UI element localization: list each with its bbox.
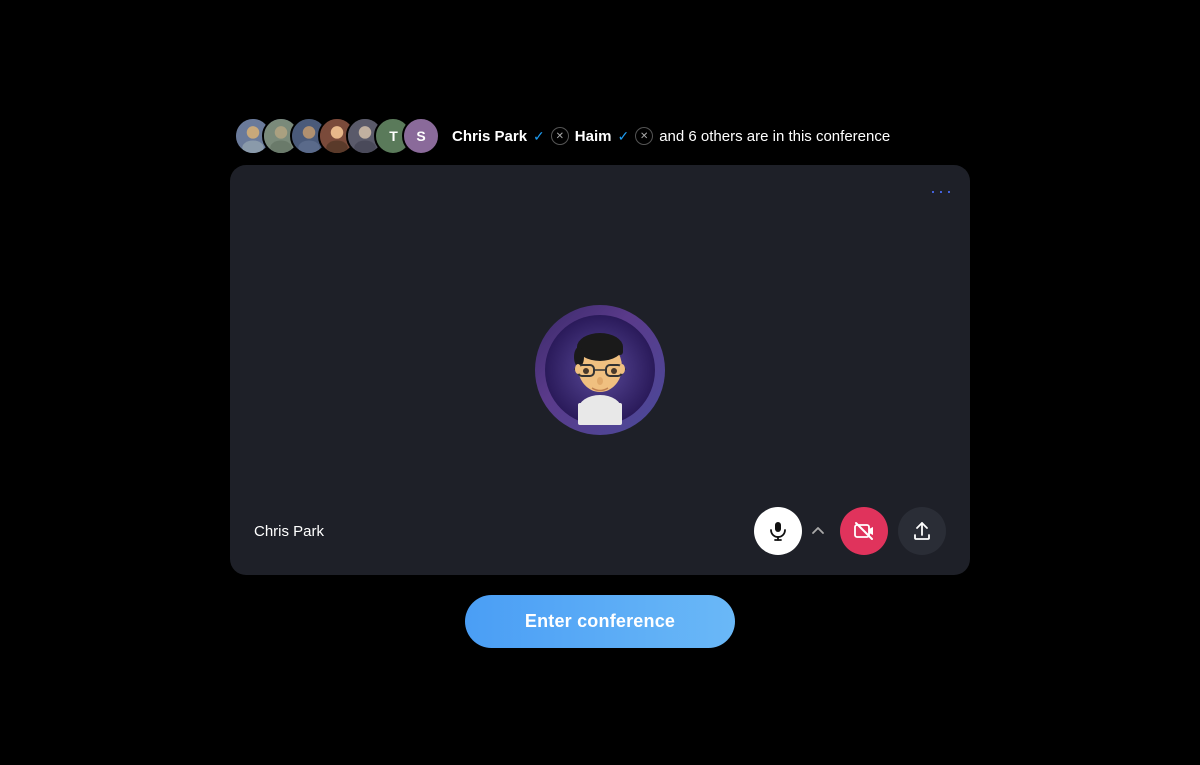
user-avatar-large <box>535 305 665 435</box>
mic-button[interactable] <box>754 507 802 555</box>
person1-name: Chris Park <box>452 128 527 145</box>
more-options-button[interactable]: ··· <box>930 181 954 202</box>
person1-verified-icon: ✓ <box>533 128 545 145</box>
bottom-bar: Chris Park <box>230 507 970 555</box>
person2-remove-button[interactable]: ✕ <box>635 127 653 145</box>
share-button[interactable] <box>898 507 946 555</box>
enter-conference-button[interactable]: Enter conference <box>465 595 735 648</box>
conference-container: T S Chris Park ✓ ✕ Haim ✓ ✕ and 6 others… <box>230 117 970 648</box>
others-text: and 6 others are in this conference <box>659 128 890 145</box>
header-text: Chris Park ✓ ✕ Haim ✓ ✕ and 6 others are… <box>452 127 890 145</box>
person2-verified-icon: ✓ <box>617 128 629 145</box>
camera-off-button[interactable] <box>840 507 888 555</box>
avatar-stack: T S <box>234 117 440 155</box>
video-area: ··· <box>230 165 970 575</box>
avatar-S: S <box>402 117 440 155</box>
user-name-label: Chris Park <box>254 523 324 540</box>
mic-options-button[interactable] <box>806 519 830 543</box>
mic-group <box>754 507 830 555</box>
person2-name: Haim <box>575 128 612 145</box>
person1-remove-button[interactable]: ✕ <box>551 127 569 145</box>
conference-header: T S Chris Park ✓ ✕ Haim ✓ ✕ and 6 others… <box>230 117 970 155</box>
controls <box>754 507 946 555</box>
